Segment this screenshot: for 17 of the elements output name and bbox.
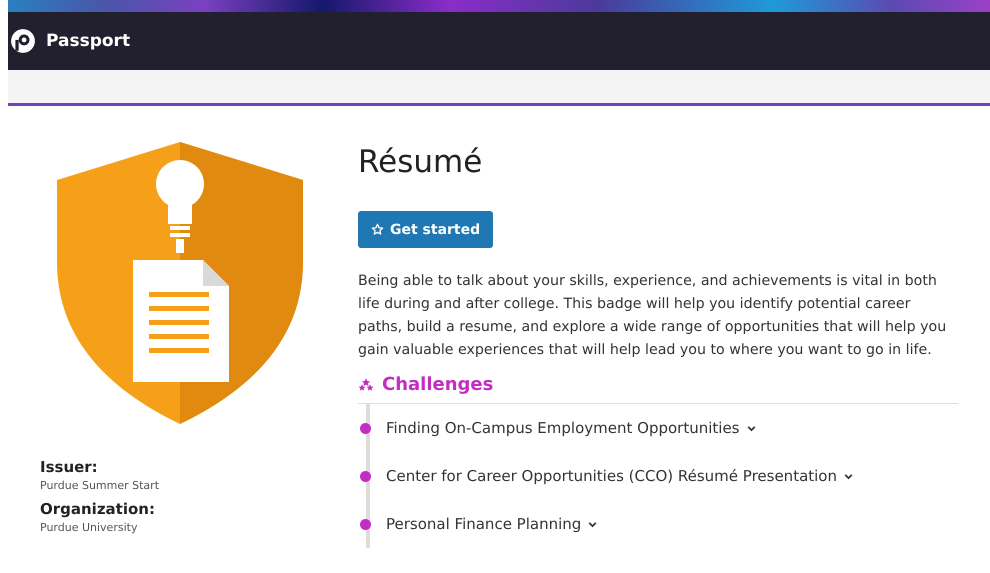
brand-name[interactable]: Passport <box>46 31 130 51</box>
badge-description: Being able to talk about your skills, experience, and achievements is vital in both life during and after college. This badge will help you identify potential career paths, build a resume, and explore a wide range of opportunities that will help you gain valuable experiences that will help lead you to where you want to go in life. <box>358 272 948 360</box>
timeline-dot <box>360 518 371 530</box>
challenges-heading: Challenges <box>382 374 494 395</box>
meta-value: Purdue University <box>40 521 138 534</box>
meta-value: Purdue Summer Start <box>40 479 160 492</box>
meta-label: Issuer: <box>40 458 99 476</box>
timeline-dot <box>360 422 371 434</box>
get-started-button[interactable]: Get started <box>358 211 494 248</box>
timeline-dot <box>360 470 371 482</box>
challenge-item[interactable]: Finding On-Campus Employment Opportunities <box>386 419 756 437</box>
challenge-item[interactable]: Center for Career Opportunities (CCO) Résumé Presentation <box>386 467 854 485</box>
stars-icon <box>358 378 374 392</box>
star-icon <box>371 223 384 236</box>
badge-title: Résumé <box>358 143 484 182</box>
meta-label: Organization: <box>40 500 156 518</box>
challenge-item[interactable]: Personal Finance Planning <box>386 515 598 533</box>
